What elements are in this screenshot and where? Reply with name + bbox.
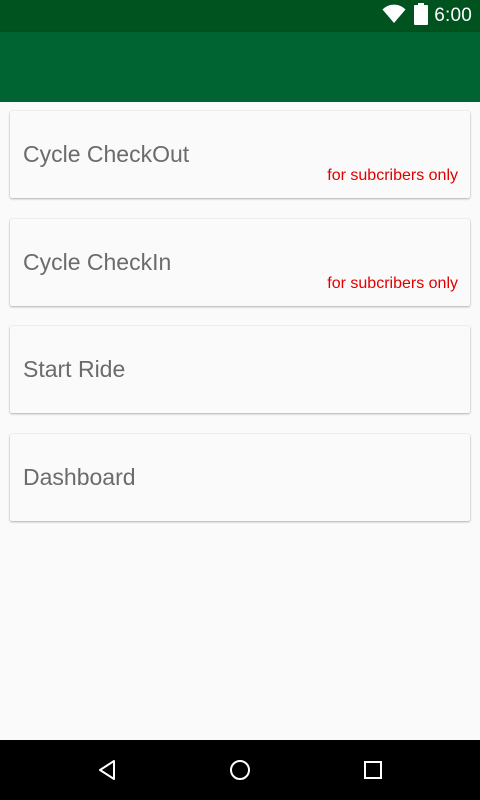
start-ride-card[interactable]: Start Ride [10,326,470,413]
subscribers-only-note: for subcribers only [327,167,458,184]
home-button[interactable] [220,750,260,790]
start-ride-label: Start Ride [23,356,126,382]
app-bar [0,32,480,102]
cycle-checkin-label: Cycle CheckIn [23,249,172,275]
status-time: 6:00 [434,5,472,26]
main-content: Cycle CheckOut for subcribers only Cycle… [0,102,480,740]
dashboard-card[interactable]: Dashboard [10,434,470,521]
back-icon [98,760,115,780]
status-icons [382,2,429,30]
subscribers-only-note: for subcribers only [327,275,458,292]
cycle-checkout-label: Cycle CheckOut [23,141,190,167]
home-icon [229,760,250,780]
cycle-checkout-card[interactable]: Cycle CheckOut for subcribers only [10,111,470,198]
navigation-bar [0,740,480,800]
dashboard-label: Dashboard [23,464,136,490]
recents-button[interactable] [353,750,393,790]
status-bar: 6:00 [0,0,480,32]
back-button[interactable] [87,750,127,790]
wifi-icon [382,4,406,29]
battery-icon [414,2,429,30]
cycle-checkin-card[interactable]: Cycle CheckIn for subcribers only [10,219,470,306]
recents-icon [364,761,383,779]
